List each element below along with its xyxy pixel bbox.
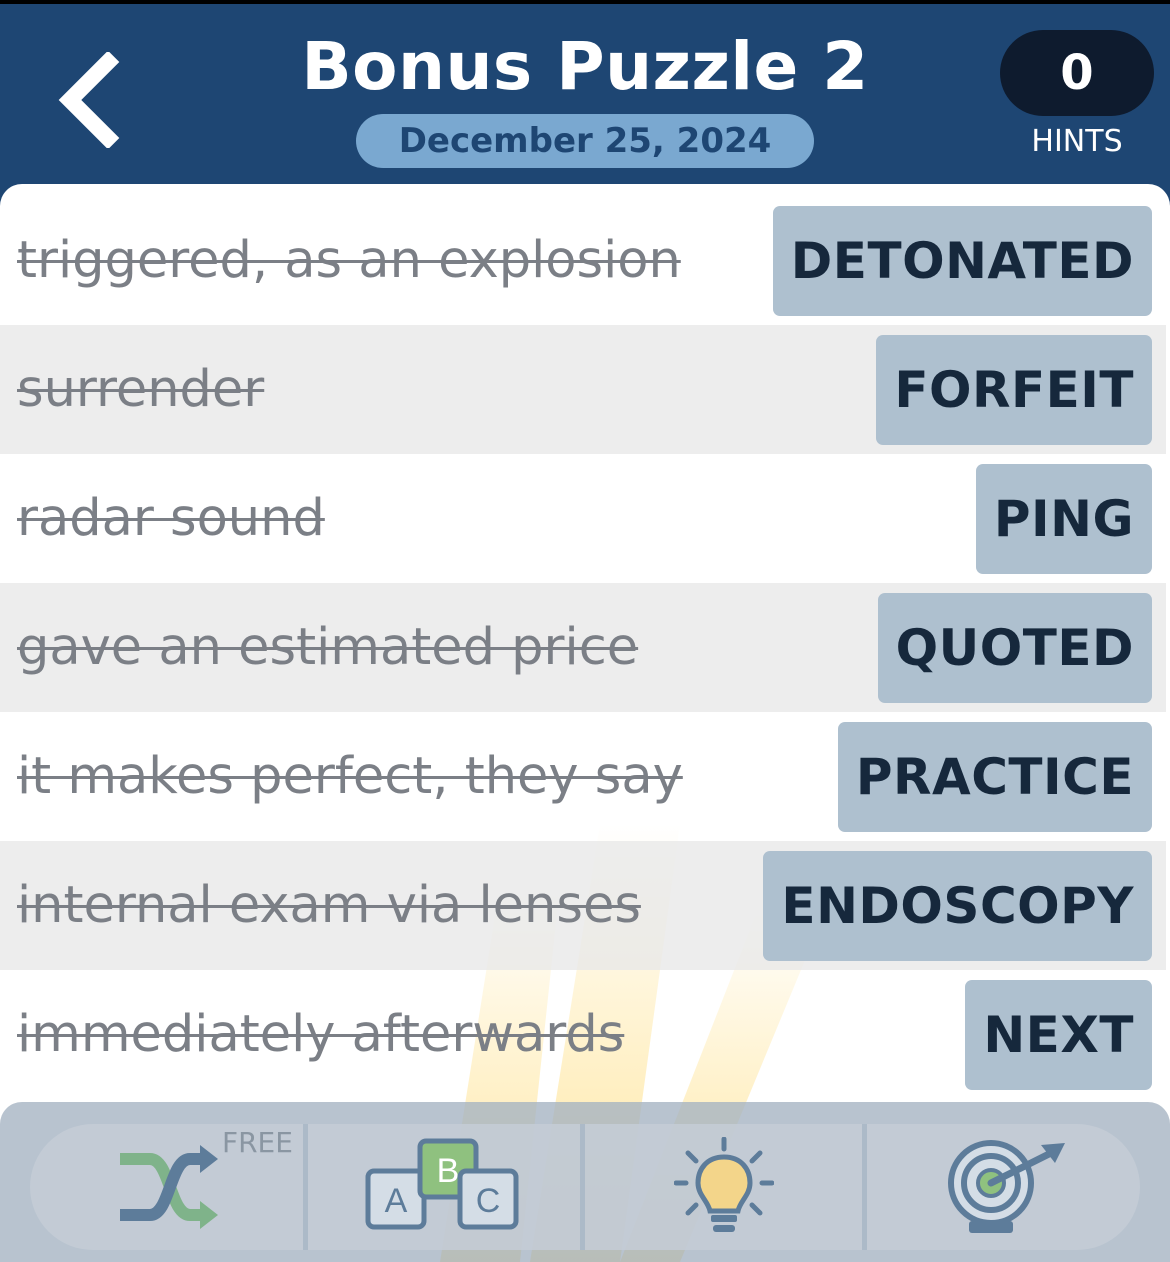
clue-text: immediately afterwards (17, 1005, 625, 1064)
block-letter-b: B (437, 1152, 460, 1190)
answer-tile[interactable]: PING (975, 463, 1152, 574)
target-icon (947, 1140, 1065, 1233)
clue-text: surrender (17, 360, 265, 419)
clue-row: surrender FORFEIT (0, 325, 1166, 454)
clue-row: internal exam via lenses ENDOSCOPY (0, 841, 1166, 970)
free-badge: FREE (222, 1126, 293, 1159)
answer-tile[interactable]: DETONATED (772, 205, 1152, 316)
answer-tile[interactable]: ENDOSCOPY (763, 850, 1152, 961)
shuffle-button[interactable]: FREE (30, 1124, 303, 1250)
clue-text: gave an estimated price (17, 618, 639, 677)
abc-blocks-icon: A B C (365, 1138, 519, 1230)
reveal-letter-button[interactable]: A B C (308, 1124, 580, 1250)
clue-text: internal exam via lenses (17, 876, 641, 935)
target-hint-button[interactable] (867, 1124, 1140, 1250)
block-letter-a: A (385, 1182, 408, 1220)
puzzle-date-badge: December 25, 2024 (356, 114, 814, 168)
clue-row: gave an estimated price QUOTED (0, 583, 1166, 712)
answer-tile[interactable]: QUOTED (877, 592, 1152, 703)
shuffle-icon (119, 1145, 218, 1229)
lightbulb-icon (673, 1137, 774, 1232)
clue-row: immediately afterwards NEXT (0, 970, 1166, 1099)
clue-row: it makes perfect, they say PRACTICE (0, 712, 1166, 841)
clue-row: radar sound PING (0, 454, 1166, 583)
bottom-toolbar: FREE A B C (0, 1102, 1170, 1262)
answer-tile[interactable]: NEXT (965, 979, 1152, 1090)
header-bar: Bonus Puzzle 2 December 25, 2024 0 HINTS (0, 4, 1170, 190)
hints-label: HINTS (1031, 124, 1123, 159)
clue-list-card: triggered, as an explosion DETONATED sur… (0, 184, 1170, 1262)
hint-button[interactable] (585, 1124, 862, 1250)
answer-tile[interactable]: FORFEIT (876, 334, 1152, 445)
hints-counter-button[interactable]: 0 (1000, 30, 1154, 116)
clue-text: triggered, as an explosion (17, 231, 681, 290)
answer-tile[interactable]: PRACTICE (837, 721, 1152, 832)
clue-text: radar sound (17, 489, 325, 548)
block-letter-c: C (476, 1182, 501, 1220)
clue-text: it makes perfect, they say (17, 747, 683, 806)
toolbar-pill: FREE A B C (30, 1124, 1140, 1250)
page-title: Bonus Puzzle 2 (301, 28, 869, 105)
clue-row: triggered, as an explosion DETONATED (0, 196, 1166, 325)
